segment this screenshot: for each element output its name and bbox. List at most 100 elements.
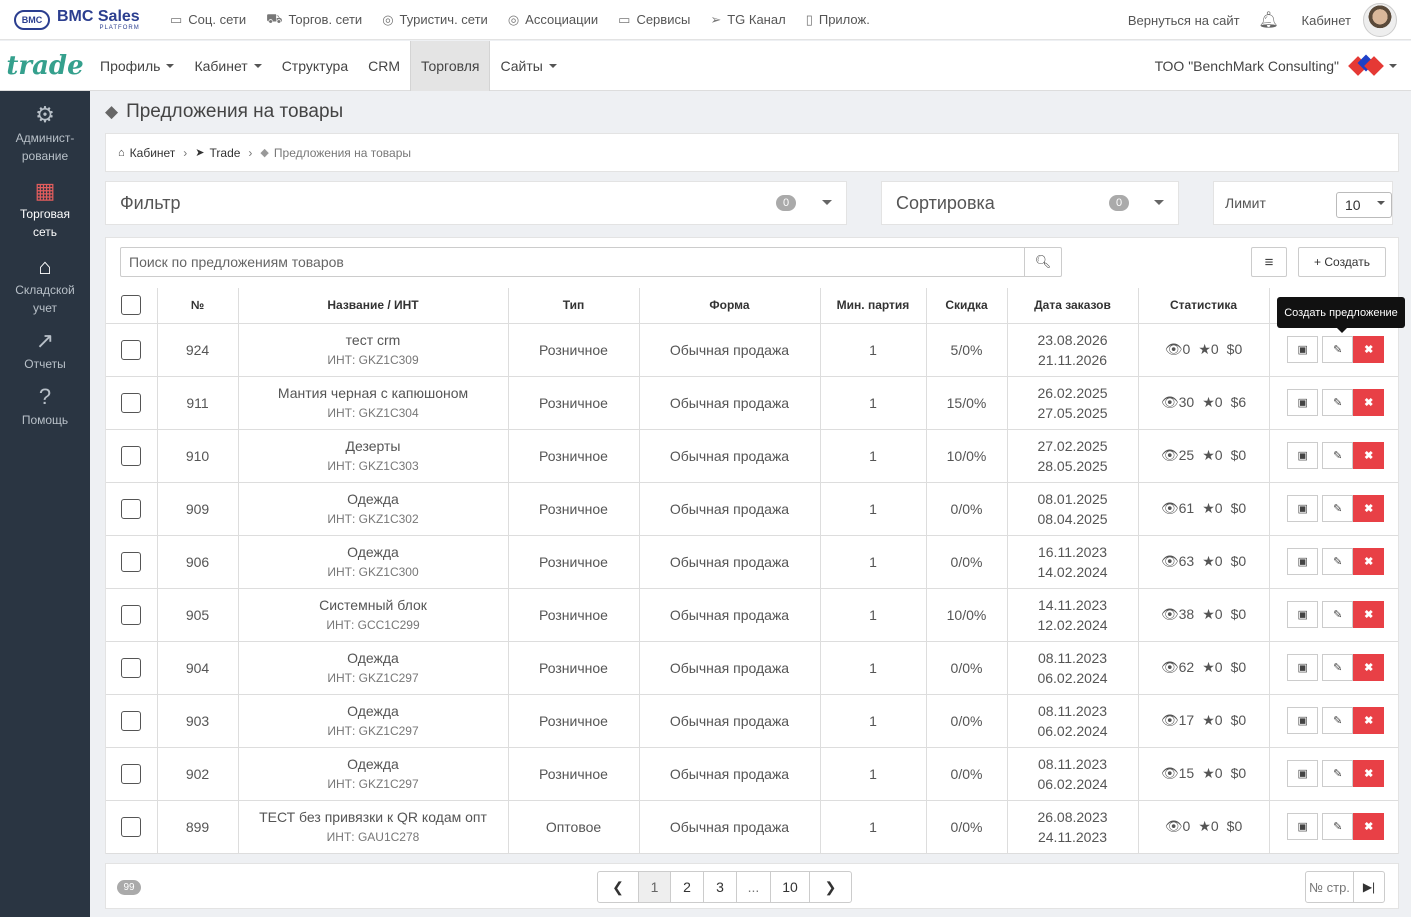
delete-button[interactable]: ✖ — [1353, 707, 1385, 734]
edit-button[interactable]: ✎ — [1322, 707, 1354, 734]
column-header[interactable]: Тип — [507, 288, 640, 324]
company-switcher[interactable]: ТОО "BenchMark Consulting" — [1155, 41, 1397, 91]
row-checkbox[interactable] — [121, 392, 142, 413]
column-header[interactable]: Скидка — [925, 288, 1008, 324]
edit-button[interactable]: ✎ — [1322, 654, 1354, 681]
back-to-site-link[interactable]: Вернуться на сайт — [1128, 13, 1240, 28]
edit-button[interactable]: ✎ — [1322, 495, 1354, 522]
delete-button[interactable]: ✖ — [1353, 495, 1385, 522]
edit-button[interactable]: ✎ — [1322, 760, 1354, 787]
column-header[interactable]: Дата заказов — [1006, 288, 1139, 324]
delete-button[interactable]: ✖ — [1353, 548, 1385, 575]
breadcrumb-trade[interactable]: Trade — [210, 146, 241, 160]
offer-name[interactable]: Одежда — [239, 650, 508, 667]
offer-name[interactable]: Одежда — [239, 491, 508, 508]
offer-name[interactable]: Одежда — [239, 703, 508, 720]
menu-profile[interactable]: Профиль — [90, 41, 184, 91]
shop-button[interactable]: ▣ — [1287, 495, 1319, 522]
filter-panel[interactable]: Фильтр 0 — [105, 181, 847, 225]
menu-cabinet[interactable]: Кабинет — [184, 41, 271, 91]
offer-name[interactable]: Одежда — [239, 544, 508, 561]
delete-button[interactable]: ✖ — [1353, 601, 1385, 628]
delete-button[interactable]: ✖ — [1353, 654, 1385, 681]
top-nav-associations[interactable]: ◎ Ассоциации — [508, 12, 598, 28]
breadcrumb-cabinet[interactable]: Кабинет — [130, 146, 176, 160]
shop-button[interactable]: ▣ — [1287, 548, 1319, 575]
list-view-button[interactable]: ≡ — [1251, 247, 1287, 277]
shop-button[interactable]: ▣ — [1287, 336, 1319, 363]
sidebar-item-trade-network[interactable]: ▦ Торговая сеть — [0, 165, 90, 241]
search-button[interactable]: 🔍︎ — [1024, 248, 1061, 276]
row-checkbox[interactable] — [121, 498, 142, 519]
menu-sites[interactable]: Сайты — [490, 41, 566, 91]
search-input[interactable]: Поиск по предложениям товаров — [121, 254, 1024, 270]
prev-page-button[interactable]: ❮ — [598, 872, 639, 902]
delete-button[interactable]: ✖ — [1353, 389, 1385, 416]
offer-name[interactable]: Системный блок — [239, 597, 508, 614]
page-button[interactable]: 1 — [639, 872, 671, 902]
offer-name[interactable]: ТЕСТ без привязки к QR кодам опт — [239, 809, 508, 826]
edit-button[interactable]: ✎ — [1322, 601, 1354, 628]
edit-button[interactable]: ✎ — [1322, 336, 1354, 363]
sidebar-item-warehouse[interactable]: ⌂ Складской учет — [0, 241, 90, 317]
top-nav-retail[interactable]: ⛟ Торгов. сети — [266, 11, 362, 29]
column-header[interactable]: Форма — [638, 288, 821, 324]
brand-trade[interactable]: trade — [0, 51, 90, 81]
select-all-checkbox[interactable] — [121, 295, 142, 316]
shop-button[interactable]: ▣ — [1287, 760, 1319, 787]
logo[interactable]: BMC BMC Sales PLATFORM — [0, 8, 160, 31]
offer-name[interactable]: Дезерты — [239, 438, 508, 455]
top-nav-telegram[interactable]: ➢ TG Канал — [710, 12, 785, 28]
column-header[interactable]: Статистика — [1137, 288, 1270, 324]
avatar[interactable] — [1363, 3, 1397, 37]
sidebar-item-help[interactable]: ? Помощь — [0, 373, 90, 429]
delete-button[interactable]: ✖ — [1353, 442, 1385, 469]
page-button[interactable]: 3 — [704, 872, 737, 902]
column-header[interactable]: Название / ИНТ — [237, 288, 509, 324]
shop-button[interactable]: ▣ — [1287, 654, 1319, 681]
menu-structure[interactable]: Структура — [272, 41, 358, 91]
go-to-page-button[interactable]: ▶| — [1354, 872, 1384, 902]
sidebar-item-reports[interactable]: ↗ Отчеты — [0, 317, 90, 373]
row-checkbox[interactable] — [121, 604, 142, 625]
column-header[interactable]: № — [156, 288, 239, 324]
page-button[interactable]: 10 — [771, 872, 810, 902]
column-header[interactable]: Мин. партия — [819, 288, 927, 324]
delete-button[interactable]: ✖ — [1353, 760, 1385, 787]
row-checkbox[interactable] — [121, 339, 142, 360]
row-checkbox[interactable] — [121, 816, 142, 837]
shop-button[interactable]: ▣ — [1287, 707, 1319, 734]
shop-button[interactable]: ▣ — [1287, 813, 1319, 840]
top-nav-social[interactable]: ▭ Соц. сети — [170, 12, 246, 28]
shop-button[interactable]: ▣ — [1287, 389, 1319, 416]
edit-button[interactable]: ✎ — [1322, 548, 1354, 575]
row-checkbox[interactable] — [121, 657, 142, 678]
shop-button[interactable]: ▣ — [1287, 601, 1319, 628]
next-page-button[interactable]: ❯ — [810, 872, 851, 902]
edit-button[interactable]: ✎ — [1322, 442, 1354, 469]
menu-crm[interactable]: CRM — [358, 41, 410, 91]
offer-name[interactable]: Мантия черная с капюшоном — [239, 385, 508, 402]
page-button[interactable]: 2 — [671, 872, 704, 902]
row-checkbox[interactable] — [121, 710, 142, 731]
bell-icon[interactable]: 🔔︎ — [1258, 11, 1278, 29]
sort-panel[interactable]: Сортировка 0 — [881, 181, 1179, 225]
top-nav-apps[interactable]: ▯ Прилож. — [806, 12, 870, 28]
top-nav-tourism[interactable]: ◎ Туристич. сети — [382, 12, 488, 28]
edit-button[interactable]: ✎ — [1322, 389, 1354, 416]
delete-button[interactable]: ✖ — [1353, 813, 1385, 840]
limit-select[interactable]: 10 — [1336, 192, 1392, 218]
top-nav-services[interactable]: ▭ Сервисы — [618, 12, 690, 28]
edit-button[interactable]: ✎ — [1322, 813, 1354, 840]
create-button[interactable]: + Создать — [1298, 247, 1386, 277]
menu-trade[interactable]: Торговля — [410, 40, 491, 91]
offer-name[interactable]: тест crm — [239, 332, 508, 349]
cabinet-link[interactable]: Кабинет — [1302, 13, 1351, 28]
row-checkbox[interactable] — [121, 763, 142, 784]
delete-button[interactable]: ✖ — [1353, 336, 1385, 363]
sidebar-item-admin[interactable]: ⚙ Админист-рование — [0, 91, 90, 165]
page-number-input[interactable]: № стр. — [1306, 872, 1354, 902]
row-checkbox[interactable] — [121, 551, 142, 572]
row-checkbox[interactable] — [121, 445, 142, 466]
shop-button[interactable]: ▣ — [1287, 442, 1319, 469]
